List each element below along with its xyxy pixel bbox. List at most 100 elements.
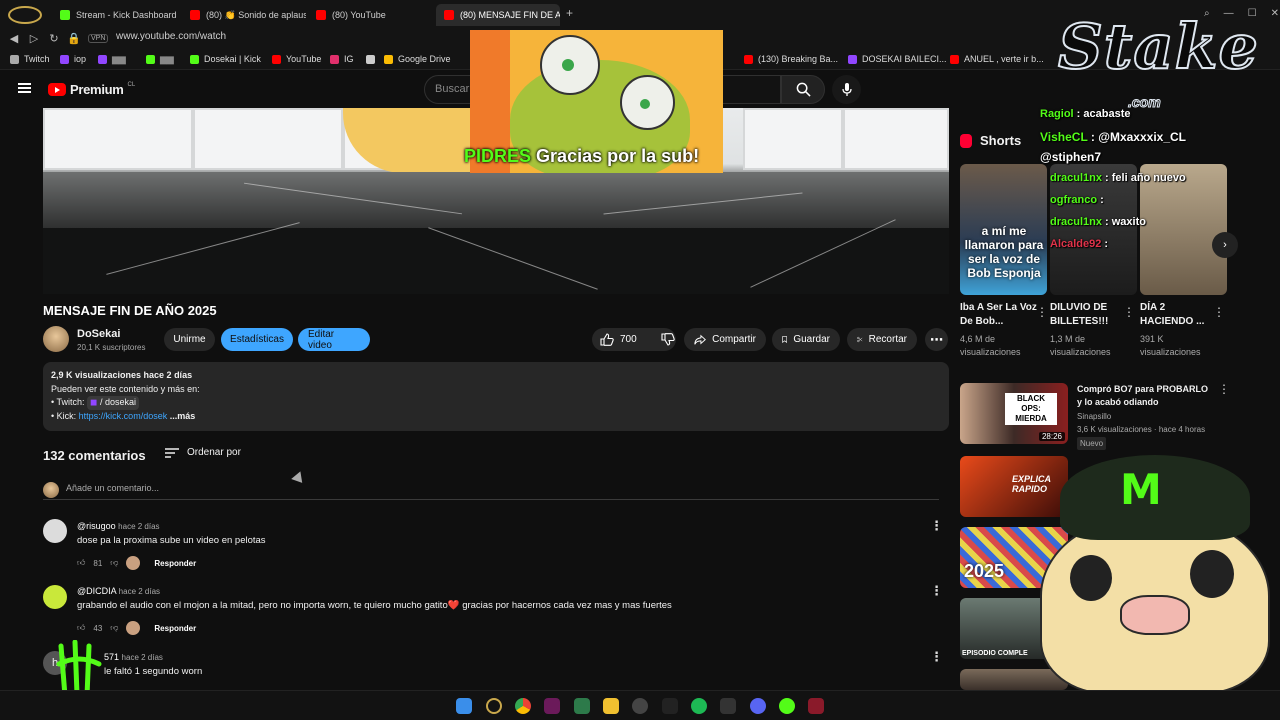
chrome-icon[interactable] (515, 698, 531, 714)
thumbs-down-icon[interactable]: 👎︎ (110, 558, 118, 568)
comment-menu-icon[interactable]: ⋮ (930, 649, 943, 665)
bookmark-label: IG (344, 54, 354, 64)
sort-comments-button[interactable]: Ordenar por (165, 447, 241, 458)
close-icon[interactable]: ✕ (1271, 8, 1279, 19)
like-dislike-group: 700 (592, 328, 676, 351)
youtube-icon (272, 54, 281, 64)
app-icon[interactable] (808, 698, 824, 714)
forward-icon[interactable]: ▷ (24, 32, 44, 45)
bookmark-dosekai-baileci[interactable]: DOSEKAI BAILECI... (848, 52, 947, 66)
short-menu-icon[interactable]: ⋮ (1123, 305, 1135, 319)
reply-button[interactable]: Responder (154, 624, 196, 633)
short-menu-icon[interactable]: ⋮ (1036, 305, 1048, 319)
thumbs-up-icon[interactable]: 👍︎ (77, 623, 85, 633)
url-field[interactable]: www.youtube.com/watch (116, 31, 226, 42)
short-caption: a mí me llamaron para ser la voz de Bob … (964, 224, 1044, 280)
bookmark-twitch-2[interactable]: ▆▆ (98, 52, 126, 66)
thumbs-down-icon[interactable]: 👎︎ (110, 623, 118, 633)
comment-author[interactable]: @risugoo (77, 521, 116, 531)
bookmark-page[interactable] (366, 52, 375, 66)
comment-time: hace 2 días (121, 653, 163, 662)
new-tab-button[interactable]: + (566, 6, 573, 20)
dislike-button[interactable] (661, 333, 675, 346)
obs-icon[interactable] (632, 698, 648, 714)
bookmark-google-drive[interactable]: Google Drive (384, 52, 451, 66)
app-icon[interactable] (662, 698, 678, 714)
bookmark-label: Twitch (24, 54, 50, 64)
app-icon[interactable] (574, 698, 590, 714)
chat-text: waxito (1111, 216, 1146, 228)
more-actions-button[interactable]: ⋯ (925, 328, 948, 351)
kick-link[interactable]: https://kick.com/dosek (79, 411, 168, 421)
bookmark-anuel[interactable]: ANUEL , verte ir b... (950, 52, 1044, 66)
hamburger-menu-icon[interactable] (18, 83, 31, 93)
app-icon[interactable] (720, 698, 736, 714)
share-button[interactable]: Compartir (684, 328, 766, 351)
commenter-avatar[interactable] (43, 519, 67, 543)
video-title-link[interactable]: Compró BO7 para PROBARLO y lo acabó odia… (1077, 383, 1212, 409)
opera-logo-icon[interactable] (8, 6, 42, 24)
marble-floor (43, 228, 949, 294)
reload-icon[interactable]: ↻ (44, 32, 64, 45)
editor-icon[interactable] (544, 698, 560, 714)
search-button[interactable] (781, 75, 825, 104)
goblin-eye-right (620, 75, 675, 130)
clip-button[interactable]: Recortar (847, 328, 917, 351)
show-more-button[interactable]: ...más (170, 411, 196, 421)
comment-menu-icon[interactable]: ⋮ (930, 583, 943, 599)
voice-search-button[interactable] (832, 75, 861, 104)
file-explorer-icon[interactable] (603, 698, 619, 714)
short-thumbnail[interactable]: a mí me llamaron para ser la voz de Bob … (960, 164, 1047, 295)
discord-icon[interactable] (750, 698, 766, 714)
add-comment-input[interactable]: Añade un comentario... (43, 480, 939, 500)
youtube-icon (444, 10, 454, 20)
chat-text: acabaste (1083, 108, 1131, 120)
bookmark-kick[interactable]: ▆▆ (146, 52, 174, 66)
tab-label: (80) YouTube (332, 10, 386, 20)
comment-author[interactable]: @DICDIA (77, 586, 116, 596)
kick-icon[interactable] (779, 698, 795, 714)
description-box[interactable]: 2,9 K visualizaciones hace 2 días Pueden… (43, 362, 949, 431)
shorts-next-button[interactable]: › (1212, 232, 1238, 258)
bookmark-iop[interactable]: iop (60, 52, 86, 66)
video-menu-icon[interactable]: ⋮ (1218, 382, 1230, 396)
edit-video-button[interactable]: Editar video (298, 328, 370, 351)
comment-menu-icon[interactable]: ⋮ (930, 518, 943, 534)
commenter-avatar[interactable] (43, 585, 67, 609)
bookmark-youtube[interactable]: YouTube (272, 52, 321, 66)
short-title[interactable]: DÍA 2 HACIENDO ... (1140, 301, 1220, 329)
comment-author[interactable]: 571 (104, 652, 119, 662)
short-menu-icon[interactable]: ⋮ (1213, 305, 1225, 319)
video-thumbnail[interactable]: BLACK OPS: MIERDA 28:26 (960, 383, 1068, 444)
tab-mensaje-fin-de-ano[interactable]: (80) MENSAJE FIN DE AÑ (436, 4, 560, 26)
reply-button[interactable]: Responder (154, 559, 196, 568)
short-title[interactable]: DILUVIO DE BILLETES!!! (1050, 301, 1130, 329)
bookmark-twitch[interactable]: Twitch (10, 52, 50, 66)
youtube-premium-logo[interactable]: Premium CL (48, 82, 135, 97)
bookmark-label: iop (74, 54, 87, 64)
channel-name[interactable]: DoSekai (77, 328, 120, 340)
bookmark-ig[interactable]: IG (330, 52, 354, 66)
join-button[interactable]: Unirme (164, 328, 215, 351)
opera-gx-icon[interactable] (486, 698, 502, 714)
tab-aplausos[interactable]: (80) 👏 Sonido de aplausos (182, 4, 306, 26)
chat-message: Ragiol : acabaste (1040, 108, 1131, 120)
vpn-badge[interactable]: VPN (88, 33, 109, 43)
twitch-channel-link[interactable]: ◼ / dosekai (87, 396, 140, 410)
like-button[interactable]: 700 (600, 333, 637, 346)
tab-kick-dashboard[interactable]: Stream - Kick Dashboard (52, 4, 180, 26)
bookmark-breaking-bad[interactable]: (130) Breaking Ba... (744, 52, 838, 66)
back-icon[interactable]: ◀ (4, 32, 24, 45)
chat-username: Ragiol (1040, 108, 1074, 120)
windows-start-icon[interactable] (456, 698, 472, 714)
tab-youtube[interactable]: (80) YouTube (308, 4, 432, 26)
save-button[interactable]: Guardar (772, 328, 840, 351)
short-views: 391 K visualizaciones (1140, 334, 1201, 357)
statistics-button[interactable]: Estadísticas (221, 328, 293, 351)
spotify-icon[interactable] (691, 698, 707, 714)
video-channel[interactable]: Sinapsillo (1077, 410, 1111, 423)
channel-avatar[interactable] (43, 326, 69, 352)
bookmark-dosekai-kick[interactable]: Dosekai | Kick (190, 52, 261, 66)
thumbs-up-icon[interactable]: 👍︎ (77, 558, 85, 568)
short-title[interactable]: Iba A Ser La Voz De Bob... (960, 301, 1040, 329)
